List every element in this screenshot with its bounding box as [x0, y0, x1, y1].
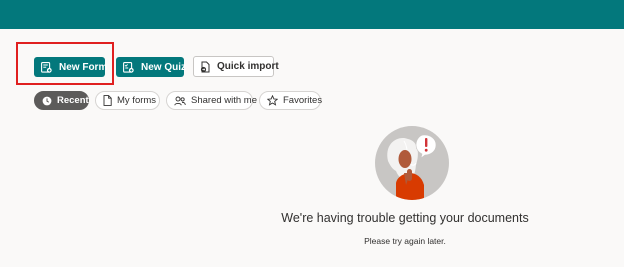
new-quiz-label: New Quiz: [141, 61, 187, 73]
document-icon: [103, 95, 112, 106]
new-form-button[interactable]: New Form: [34, 57, 108, 77]
empty-state-subtitle: Please try again later.: [364, 236, 446, 246]
new-quiz-button[interactable]: New Quiz: [116, 57, 187, 77]
filter-favorites-label: Favorites: [283, 95, 323, 106]
star-icon: [267, 95, 278, 106]
empty-state-title: We're having trouble getting your docume…: [281, 211, 529, 225]
quiz-add-icon: [123, 61, 134, 73]
filter-recent[interactable]: Recent: [34, 91, 89, 110]
filter-my-forms-label: My forms: [117, 95, 157, 106]
app-header-bar: [0, 0, 624, 29]
filter-my-forms[interactable]: My forms: [95, 91, 160, 110]
document-import-icon: [200, 61, 211, 73]
form-add-icon: [41, 61, 52, 73]
new-form-label: New Form: [59, 61, 108, 73]
clock-icon: [42, 96, 52, 106]
filter-favorites[interactable]: Favorites: [259, 91, 323, 110]
filter-shared-with-me[interactable]: Shared with me: [166, 91, 257, 110]
quick-import-button[interactable]: Quick import: [193, 56, 279, 77]
quick-import-label: Quick import: [217, 61, 279, 72]
filter-recent-label: Recent: [57, 95, 89, 106]
people-icon: [174, 96, 186, 106]
thinking-person-alert-illustration: [374, 125, 450, 201]
filter-shared-with-me-label: Shared with me: [191, 95, 258, 106]
